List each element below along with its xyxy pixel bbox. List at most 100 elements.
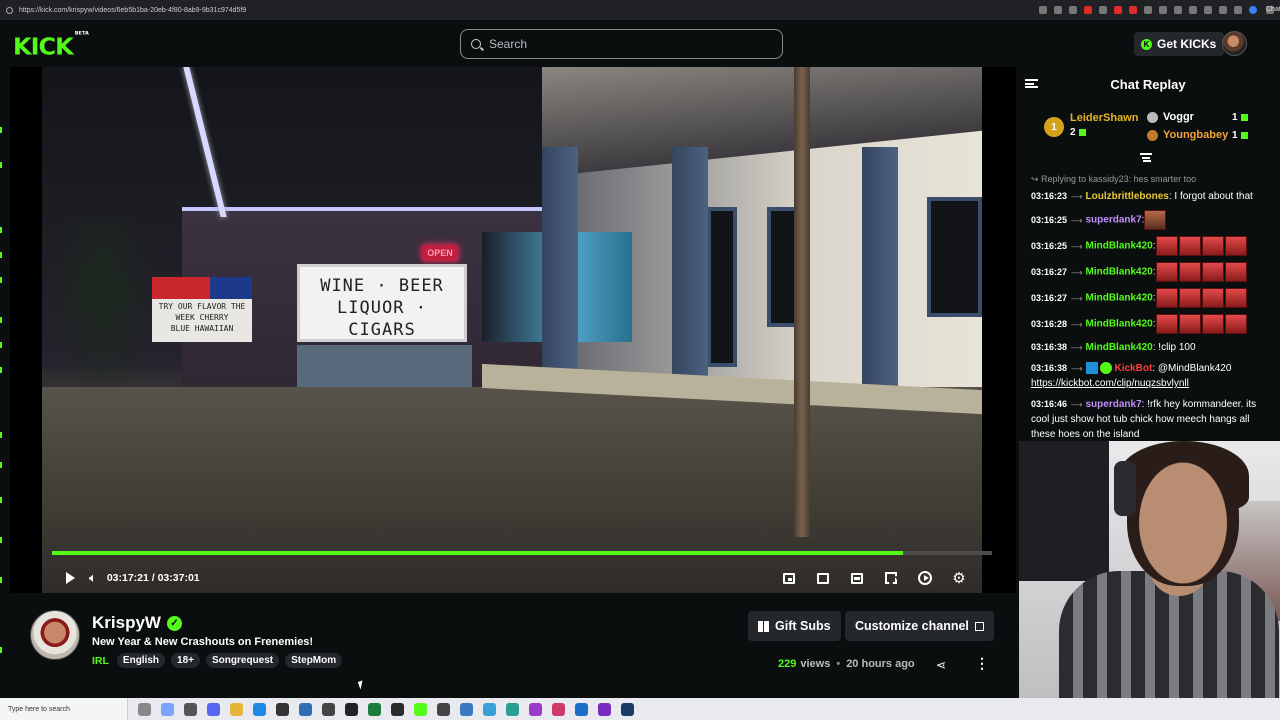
taskbar-app-icon[interactable]: [368, 702, 381, 716]
extension-icon[interactable]: [1084, 6, 1092, 14]
expand-leaderboard-icon[interactable]: [1140, 153, 1152, 163]
extensions-puzzle-icon[interactable]: [1189, 6, 1197, 14]
leader-name[interactable]: LeiderShawn: [1070, 112, 1138, 124]
more-options-icon[interactable]: ⋮: [975, 655, 989, 672]
profile-avatar-icon[interactable]: [1219, 6, 1227, 14]
emote-image[interactable]: [1178, 314, 1201, 334]
tag-chip[interactable]: 18+: [171, 653, 201, 668]
taskbar-app-icon[interactable]: [253, 702, 266, 716]
address-bar[interactable]: https://kick.com/krispyw/videos/6eb5b1ba…: [19, 7, 1039, 14]
emote-image[interactable]: [1224, 314, 1247, 334]
tag-chip[interactable]: Songrequest: [206, 653, 280, 668]
taskbar-app-icon[interactable]: [552, 702, 565, 716]
clip-button[interactable]: [810, 565, 836, 591]
message-link[interactable]: https://kickbot.com/clip/nuqzsbvlynll: [1031, 378, 1189, 389]
taskbar-app-icon[interactable]: [184, 702, 197, 716]
get-kicks-button[interactable]: K Get KICKs: [1134, 32, 1225, 56]
chat-message[interactable]: 03:16:46 ⟶ superdank7: !rfk hey kommandeer…: [1031, 397, 1276, 442]
settings-button[interactable]: ⚙: [946, 565, 972, 591]
user-avatar[interactable]: [1222, 31, 1247, 56]
leader-name[interactable]: Youngbabey: [1163, 129, 1228, 141]
emote-image[interactable]: [1155, 288, 1178, 308]
tag-chip[interactable]: StepMom: [285, 653, 343, 668]
downloads-icon[interactable]: [1204, 6, 1212, 14]
taskbar-app-icon[interactable]: [161, 702, 174, 716]
bookmark-star-icon[interactable]: [1069, 6, 1077, 14]
video-player[interactable]: TRY OUR FLAVOR THE WEEK CHERRY BLUE HAWA…: [10, 67, 1016, 593]
emote-image[interactable]: [1178, 288, 1201, 308]
taskbar-search[interactable]: Type here to search: [0, 698, 128, 720]
chat-username[interactable]: MindBlank420: [1086, 319, 1153, 330]
taskbar-app-icon[interactable]: [230, 702, 243, 716]
reply-context[interactable]: ↪ Replying to kassidy23: hes smarter too: [1031, 172, 1276, 187]
fullscreen-button[interactable]: [878, 565, 904, 591]
taskbar-app-icon[interactable]: [437, 702, 450, 716]
extension-icon[interactable]: [1114, 6, 1122, 14]
channel-name-text[interactable]: KrispyW: [92, 613, 161, 633]
video-progress-bar[interactable]: [52, 551, 992, 555]
taskbar-app-icon[interactable]: [506, 702, 519, 716]
search-input[interactable]: [489, 37, 769, 51]
video-frame[interactable]: TRY OUR FLAVOR THE WEEK CHERRY BLUE HAWA…: [42, 67, 982, 593]
chat-message[interactable]: 03:16:27 ⟶ MindBlank420:: [1031, 288, 1276, 308]
emote-image[interactable]: [1155, 236, 1178, 256]
share-icon[interactable]: ⋖: [936, 658, 946, 672]
play-icon[interactable]: [66, 572, 75, 584]
emote-image[interactable]: [1201, 236, 1224, 256]
emote-image[interactable]: [1224, 288, 1247, 308]
taskbar-app-icon[interactable]: [621, 702, 634, 716]
emote-image[interactable]: [1201, 262, 1224, 282]
taskbar-app-icon[interactable]: [414, 702, 427, 716]
chat-username[interactable]: Loulzbrittlebones: [1086, 191, 1169, 202]
chat-message[interactable]: 03:16:38 ⟶ KickBot: @MindBlank420 https://k…: [1031, 361, 1276, 391]
chat-username[interactable]: MindBlank420: [1086, 342, 1153, 353]
chat-username[interactable]: superdank7: [1086, 399, 1142, 410]
taskbar-app-icon[interactable]: [483, 702, 496, 716]
search-bar[interactable]: [460, 29, 783, 59]
emote-image[interactable]: [1201, 314, 1224, 334]
taskbar-app-icon[interactable]: [276, 702, 289, 716]
chat-username[interactable]: KickBot: [1115, 363, 1153, 374]
chat-username[interactable]: MindBlank420: [1086, 267, 1153, 278]
emote-image[interactable]: [1155, 262, 1178, 282]
taskbar-app-icon[interactable]: [299, 702, 312, 716]
tag-chip[interactable]: English: [116, 653, 166, 668]
chat-message[interactable]: 03:16:38 ⟶ MindBlank420: !clip 100: [1031, 340, 1276, 355]
profile-label[interactable]: Chat: [1266, 6, 1280, 14]
taskbar-app-icon[interactable]: [345, 702, 358, 716]
category-link[interactable]: IRL: [92, 655, 109, 667]
extension-icon[interactable]: [1129, 6, 1137, 14]
gift-subs-button[interactable]: Gift Subs: [748, 611, 841, 641]
leader-name[interactable]: Voggr: [1163, 111, 1194, 123]
extension-icon[interactable]: [1174, 6, 1182, 14]
chat-message[interactable]: 03:16:25 ⟶ superdank7:: [1031, 210, 1276, 230]
customize-channel-button[interactable]: Customize channel: [845, 611, 994, 641]
playback-speed-button[interactable]: [912, 565, 938, 591]
channel-avatar[interactable]: [30, 610, 80, 660]
menu-kebab-icon[interactable]: [1234, 6, 1242, 14]
kick-logo[interactable]: KICKBETA: [13, 31, 89, 60]
taskbar-app-icon[interactable]: [322, 702, 335, 716]
emote-image[interactable]: [1224, 262, 1247, 282]
extension-icon[interactable]: [1159, 6, 1167, 14]
taskbar-app-icon[interactable]: [575, 702, 588, 716]
share-page-icon[interactable]: [1054, 6, 1062, 14]
emote-image[interactable]: [1224, 236, 1247, 256]
chat-profile-icon[interactable]: [1249, 6, 1257, 14]
chat-message[interactable]: 03:16:27 ⟶ MindBlank420:: [1031, 262, 1276, 282]
site-info-icon[interactable]: [6, 6, 13, 14]
taskbar-app-icon[interactable]: [529, 702, 542, 716]
chat-username[interactable]: MindBlank420: [1086, 241, 1153, 252]
emote-image[interactable]: [1178, 236, 1201, 256]
chat-username[interactable]: MindBlank420: [1086, 293, 1153, 304]
chat-message[interactable]: ↪ Replying to kassidy23: hes smarter too…: [1031, 172, 1276, 204]
zoom-icon[interactable]: [1039, 6, 1047, 14]
taskbar-app-icon[interactable]: [207, 702, 220, 716]
taskbar-app-icon[interactable]: [460, 702, 473, 716]
emote-image[interactable]: [1201, 288, 1224, 308]
pip-button[interactable]: [776, 565, 802, 591]
taskbar-app-icon[interactable]: [138, 702, 151, 716]
chat-username[interactable]: superdank7: [1086, 215, 1142, 226]
channel-name[interactable]: KrispyW ✓: [92, 613, 182, 633]
chat-message[interactable]: 03:16:25 ⟶ MindBlank420:: [1031, 236, 1276, 256]
